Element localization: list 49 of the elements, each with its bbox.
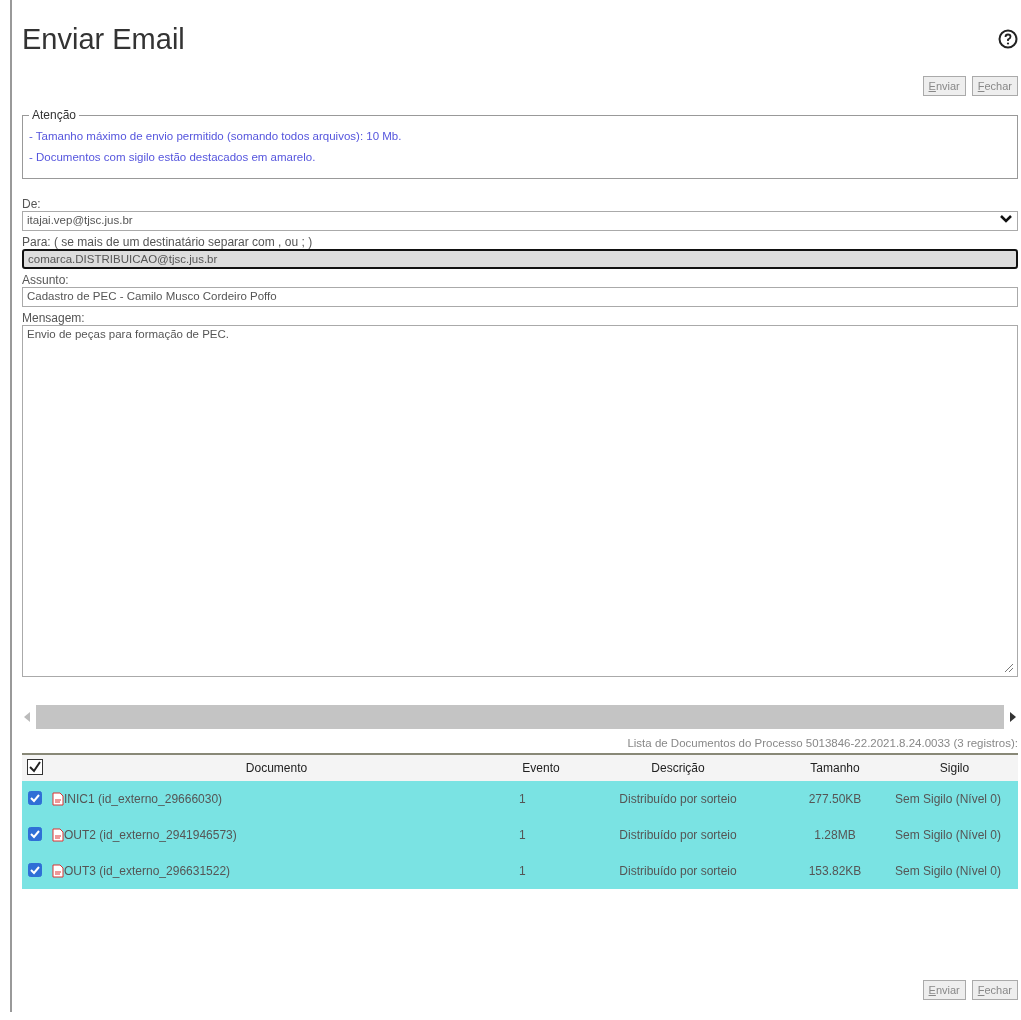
field-label: Mensagem: <box>22 311 86 325</box>
scrollbar-thumb[interactable] <box>36 705 1004 729</box>
table-cell: Sem Sigilo (Nível 0) <box>891 781 1018 817</box>
table-cell: Distribuído por sorteio <box>577 781 779 817</box>
pdf-icon <box>52 828 64 843</box>
sender-select[interactable]: itajai.vep@tjsc.jus.br <box>22 211 1018 231</box>
action-button[interactable]: Enviar <box>922 76 966 96</box>
column-header: Descrição <box>577 754 779 781</box>
pdf-icon <box>52 792 64 807</box>
page-title: Enviar Email <box>22 22 185 56</box>
notice-text: - Tamanho máximo de envio permitido (somando todos arquivos): 10 Mb. <box>29 129 403 144</box>
action-button[interactable]: Fechar <box>971 76 1018 96</box>
row-checkbox[interactable] <box>28 790 42 805</box>
notice-text: - Documentos com sigilo estão destacados em amarelo. <box>29 150 317 165</box>
text-field[interactable]: Cadastro de PEC - Camilo Musco Cordeiro Poffo <box>22 287 1018 307</box>
action-button[interactable]: Enviar <box>922 980 966 1000</box>
pdf-icon <box>52 864 64 879</box>
text-field[interactable]: comarca.DISTRIBUICAO@tjsc.jus.br <box>22 249 1018 269</box>
table-cell: 1 <box>505 781 577 817</box>
table-cell: Distribuído por sorteio <box>577 817 779 853</box>
table-cell: 1.28MB <box>779 817 891 853</box>
help-icon[interactable] <box>998 29 1018 49</box>
scroll-right-icon[interactable] <box>1008 711 1018 723</box>
chevron-down-icon <box>999 214 1013 224</box>
document-link[interactable]: INIC1 (id_externo_29666030) <box>64 791 223 806</box>
column-header: Tamanho <box>779 754 891 781</box>
table-cell: Distribuído por sorteio <box>577 853 779 889</box>
message-field[interactable]: Envio de peças para formação de PEC. <box>22 325 1018 677</box>
column-header: Documento <box>48 754 505 781</box>
field-label: De: <box>22 197 42 211</box>
row-checkbox[interactable] <box>28 862 42 877</box>
table-cell: 277.50KB <box>779 781 891 817</box>
document-link[interactable]: OUT3 (id_externo_296631522) <box>64 863 231 878</box>
table-cell: 1 <box>505 853 577 889</box>
document-link[interactable]: OUT2 (id_externo_2941946573) <box>64 827 237 842</box>
column-header: Evento <box>505 754 577 781</box>
table-cell: Sem Sigilo (Nível 0) <box>891 853 1018 889</box>
table-cell: Sem Sigilo (Nível 0) <box>891 817 1018 853</box>
resize-handle-icon[interactable] <box>1004 663 1014 673</box>
action-button[interactable]: Fechar <box>971 980 1018 1000</box>
table-cell: 153.82KB <box>779 853 891 889</box>
column-header: Sigilo <box>891 754 1018 781</box>
row-checkbox[interactable] <box>28 826 42 841</box>
table-caption: Lista de Documentos do Processo 5013846-22.2021.8.24.0033 (3 registros): <box>626 737 1018 749</box>
select-all-checkbox[interactable] <box>27 758 43 775</box>
table-cell: 1 <box>505 817 577 853</box>
field-label: Assunto: <box>22 273 70 287</box>
notice-legend: Atenção <box>29 108 80 122</box>
field-label: Para: ( se mais de um destinatário separar com , ou ; ) <box>22 235 314 249</box>
